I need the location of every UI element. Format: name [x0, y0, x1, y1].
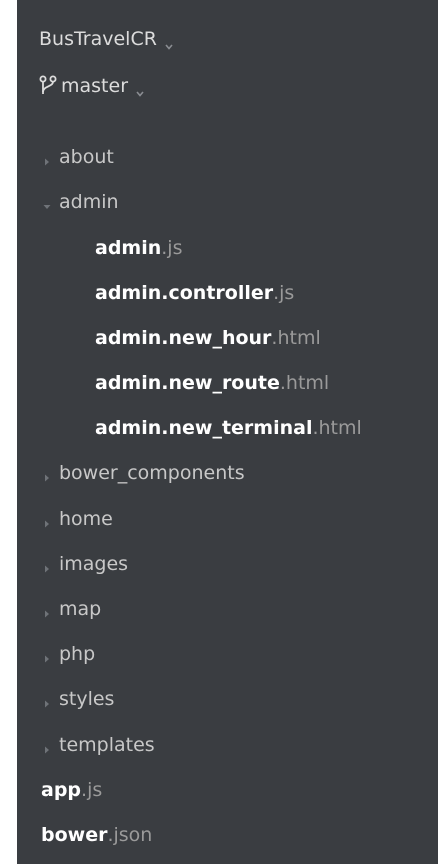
- chevron-right-icon: [41, 151, 53, 166]
- chevron-down-icon: [41, 196, 53, 209]
- file-base: admin: [95, 237, 162, 259]
- file-bower-json[interactable]: bower .json: [17, 818, 438, 852]
- project-selector[interactable]: BusTravelCR: [39, 24, 174, 54]
- folder-label: map: [59, 598, 102, 620]
- file-admin-new-hour-html[interactable]: admin.new_hour .html: [17, 321, 438, 355]
- folder-label: bower_components: [59, 462, 245, 484]
- file-base: admin.controller: [95, 282, 274, 304]
- file-base: bower: [41, 824, 108, 846]
- chevron-right-icon: [41, 739, 53, 754]
- folder-label: images: [59, 553, 129, 575]
- chevron-down-icon: [164, 35, 174, 50]
- branch-selector[interactable]: master: [39, 71, 145, 101]
- file-app-js[interactable]: app .js: [17, 773, 438, 807]
- folder-label: php: [59, 643, 96, 665]
- folder-bower-components[interactable]: bower_components: [17, 456, 438, 490]
- branch-name: master: [61, 75, 129, 97]
- file-ext: .html: [271, 327, 321, 349]
- file-admin-js[interactable]: admin .js: [17, 231, 438, 265]
- folder-label: home: [59, 508, 113, 530]
- folder-about[interactable]: about: [17, 140, 438, 174]
- chevron-right-icon: [41, 558, 53, 573]
- file-base: admin.new_hour: [95, 327, 272, 349]
- file-base: admin.new_terminal: [95, 417, 313, 439]
- folder-label: admin: [59, 191, 119, 213]
- file-ext: .html: [279, 372, 330, 394]
- chevron-right-icon: [41, 467, 53, 482]
- folder-admin[interactable]: admin: [17, 185, 438, 219]
- folder-map[interactable]: map: [17, 592, 438, 626]
- file-ext: .js: [161, 237, 183, 259]
- file-ext: .html: [312, 417, 362, 439]
- folder-label: templates: [59, 734, 155, 756]
- file-admin-new-route-html[interactable]: admin.new_route .html: [17, 366, 438, 400]
- file-ext: .json: [107, 824, 153, 846]
- file-admin-new-terminal-html[interactable]: admin.new_terminal .html: [17, 411, 438, 445]
- git-branch-icon: [39, 75, 57, 97]
- chevron-right-icon: [41, 603, 53, 618]
- folder-label: styles: [59, 688, 115, 710]
- chevron-down-icon: [135, 82, 145, 97]
- chevron-right-icon: [41, 513, 53, 528]
- folder-label: about: [59, 146, 114, 168]
- folder-images[interactable]: images: [17, 547, 438, 581]
- file-ext: .js: [81, 779, 103, 801]
- folder-home[interactable]: home: [17, 502, 438, 536]
- file-base: admin.new_route: [95, 372, 280, 394]
- file-base: app: [41, 779, 82, 801]
- chevron-right-icon: [41, 648, 53, 663]
- project-tree-panel: BusTravelCR master about admin admin .js…: [17, 0, 438, 864]
- project-name: BusTravelCR: [39, 28, 157, 50]
- chevron-right-icon: [41, 693, 53, 708]
- folder-styles[interactable]: styles: [17, 682, 438, 716]
- file-admin-controller-js[interactable]: admin.controller .js: [17, 276, 438, 310]
- file-ext: .js: [273, 282, 295, 304]
- folder-php[interactable]: php: [17, 637, 438, 671]
- folder-templates[interactable]: templates: [17, 728, 438, 762]
